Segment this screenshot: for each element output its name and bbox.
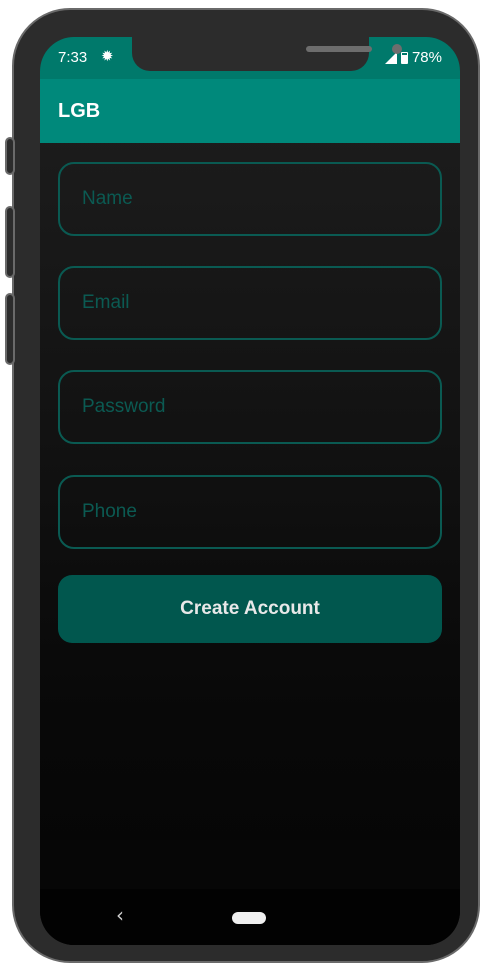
email-field[interactable] bbox=[58, 266, 442, 340]
home-pill-icon[interactable] bbox=[232, 912, 266, 924]
name-input[interactable] bbox=[60, 164, 440, 234]
speaker-grille bbox=[306, 46, 372, 52]
app-screen: 7:33 ✹ 78% LGB Create Account ‹ bbox=[40, 37, 460, 945]
camera-notch bbox=[132, 37, 402, 71]
phone-input[interactable] bbox=[60, 477, 440, 547]
email-input[interactable] bbox=[60, 268, 440, 338]
create-account-button[interactable]: Create Account bbox=[58, 575, 442, 643]
status-time: 7:33 bbox=[58, 49, 88, 66]
phone-field[interactable] bbox=[58, 475, 442, 549]
gear-icon: ✹ bbox=[101, 47, 114, 65]
app-bar: LGB bbox=[40, 79, 460, 143]
back-chevron-icon[interactable]: ‹ bbox=[116, 903, 124, 927]
phone-side-button-1 bbox=[5, 137, 15, 175]
phone-side-button-3 bbox=[5, 293, 15, 365]
phone-side-button-2 bbox=[5, 206, 15, 278]
app-title: LGB bbox=[58, 100, 101, 122]
name-field[interactable] bbox=[58, 162, 442, 236]
battery-icon bbox=[400, 51, 408, 64]
system-nav-bar: ‹ bbox=[40, 889, 460, 945]
front-camera bbox=[392, 44, 402, 54]
password-field[interactable] bbox=[58, 370, 442, 444]
password-input[interactable] bbox=[60, 372, 440, 442]
battery-percent: 78% bbox=[411, 49, 442, 66]
